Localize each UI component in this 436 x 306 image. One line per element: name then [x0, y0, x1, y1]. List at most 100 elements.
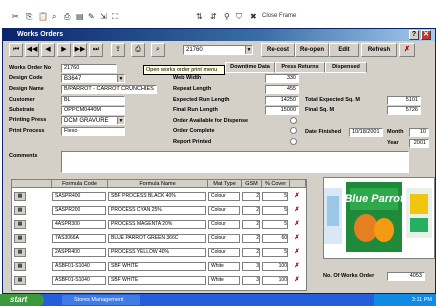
- grid-header-gsm[interactable]: GSM: [242, 180, 262, 188]
- chevron-down-icon[interactable]: ▼: [117, 117, 124, 124]
- formula-code-cell[interactable]: ASBF01-S1040: [52, 276, 106, 285]
- zoom-icon[interactable]: ⛶: [112, 12, 118, 22]
- total-expected-sq-field[interactable]: 5101: [387, 96, 421, 105]
- search-icon[interactable]: ⌕: [151, 43, 165, 57]
- chevron-down-icon[interactable]: ▼: [245, 46, 252, 54]
- gsm-cell[interactable]: 2: [242, 206, 260, 215]
- works-orders-count-field[interactable]: 4053: [387, 272, 425, 281]
- web-width-field[interactable]: 330: [265, 74, 299, 83]
- formula-name-cell[interactable]: SBF WHITE: [108, 262, 206, 271]
- gsm-cell[interactable]: 2: [242, 248, 260, 257]
- cancel-icon[interactable]: ✗: [399, 43, 415, 57]
- customer-field[interactable]: BL: [61, 96, 125, 105]
- table-row[interactable]: ▦ SASPR200 PROCESS CYAN 25% Colour 2 5 ✗: [12, 204, 306, 217]
- final-sq-field[interactable]: 5726: [387, 106, 421, 115]
- row-select-icon[interactable]: ▦: [14, 248, 26, 257]
- reopen-button[interactable]: Re-open: [295, 43, 329, 57]
- substrate-field[interactable]: OPPCM0440M: [61, 106, 125, 115]
- delete-row-icon[interactable]: ✗: [290, 220, 304, 229]
- row-select-icon[interactable]: ▦: [14, 276, 26, 285]
- formula-name-cell[interactable]: PROCESS MAGENTA 20%: [108, 220, 206, 229]
- print-process-field[interactable]: Flexo: [61, 127, 125, 136]
- help-icon[interactable]: ?: [409, 30, 419, 40]
- mat-type-cell[interactable]: Colour: [208, 192, 240, 201]
- works-order-no-field[interactable]: 21760: [61, 64, 117, 73]
- row-select-icon[interactable]: ▦: [14, 206, 26, 215]
- prev-record-icon[interactable]: ◀: [41, 43, 55, 57]
- edit-icon[interactable]: ✎: [88, 12, 95, 21]
- cover-cell[interactable]: 100: [262, 262, 288, 271]
- table-row[interactable]: ▦ 4ASPR300 PROCESS MAGENTA 20% Colour 2 5 ✗: [12, 218, 306, 231]
- formula-code-cell[interactable]: 2ASPR400: [52, 248, 106, 257]
- filter-icon[interactable]: ⚲: [224, 12, 230, 21]
- comments-field[interactable]: [61, 151, 409, 173]
- close-frame-label[interactable]: Close Frame: [262, 13, 296, 19]
- cover-cell[interactable]: 5: [262, 192, 288, 201]
- row-select-icon[interactable]: ▦: [14, 234, 26, 243]
- report-printed-radio[interactable]: [290, 138, 297, 145]
- formula-name-cell[interactable]: PROCESS YELLOW 40%: [108, 248, 206, 257]
- export-record-icon[interactable]: ⇪: [111, 43, 125, 57]
- mat-type-cell[interactable]: Colour: [208, 248, 240, 257]
- tab-press-returns[interactable]: Press Returns: [275, 62, 325, 73]
- next-record-icon[interactable]: ▶: [57, 43, 71, 57]
- recost-button[interactable]: Re-cost: [261, 43, 295, 57]
- sort-asc-icon[interactable]: ⇅: [196, 12, 203, 21]
- formula-name-cell[interactable]: BLUE PARROT GREEN 366C: [108, 234, 206, 243]
- order-complete-radio[interactable]: [290, 127, 297, 134]
- table-row[interactable]: ▦ SASPR400 SBF PROCESS BLACK 40% Colour 2 5 ✗: [12, 190, 306, 203]
- preview-icon[interactable]: ▤: [76, 12, 84, 21]
- repeat-length-field[interactable]: 455: [265, 85, 299, 94]
- cover-cell[interactable]: 60: [262, 234, 288, 243]
- print-icon[interactable]: ⎙: [64, 12, 70, 22]
- tab-dispensed[interactable]: Dispensed: [325, 62, 367, 73]
- delete-row-icon[interactable]: ✗: [290, 192, 304, 201]
- tab-downtime-data[interactable]: Downtime Data: [225, 62, 275, 73]
- close-icon[interactable]: ✕: [421, 30, 431, 40]
- grid-header-mat-type[interactable]: Mat Type: [208, 180, 242, 188]
- find-icon[interactable]: ⌕: [52, 12, 56, 22]
- formula-code-cell[interactable]: SASPR200: [52, 206, 106, 215]
- month-field[interactable]: 10: [409, 128, 429, 137]
- year-field[interactable]: 2001: [409, 139, 429, 148]
- gsm-cell[interactable]: 2: [242, 192, 260, 201]
- last-record-icon[interactable]: ⏭: [89, 43, 103, 57]
- refresh-button[interactable]: Refresh: [361, 43, 397, 57]
- gsm-cell[interactable]: 3: [242, 262, 260, 271]
- prev-page-icon[interactable]: ◀◀: [25, 43, 39, 57]
- date-finished-field[interactable]: 10/18/2001: [349, 128, 383, 137]
- start-button[interactable]: start: [0, 294, 44, 306]
- apply-filter-icon[interactable]: ⛉: [236, 12, 242, 22]
- cover-cell[interactable]: 100: [262, 276, 288, 285]
- mat-type-cell[interactable]: Colour: [208, 234, 240, 243]
- cover-cell[interactable]: 5: [262, 206, 288, 215]
- row-select-icon[interactable]: ▦: [14, 262, 26, 271]
- table-row[interactable]: ▦ 2ASPR400 PROCESS YELLOW 40% Colour 2 5 ✗: [12, 246, 306, 259]
- print-menu-icon[interactable]: ⎙: [131, 43, 145, 57]
- chevron-down-icon[interactable]: ▼: [117, 75, 124, 82]
- delete-row-icon[interactable]: ✗: [290, 276, 304, 285]
- row-select-icon[interactable]: ▦: [14, 220, 26, 229]
- formula-code-cell[interactable]: SASPR400: [52, 192, 106, 201]
- table-row[interactable]: ▦ 7AS3066A BLUE PARROT GREEN 366C Colour 2 60…: [12, 232, 306, 245]
- design-code-select[interactable]: B3647 ▼: [61, 74, 125, 83]
- grid-header-formula-name[interactable]: Formula Name: [108, 180, 208, 188]
- mat-type-cell[interactable]: White: [208, 262, 240, 271]
- row-select-icon[interactable]: ▦: [14, 192, 26, 201]
- delete-row-icon[interactable]: ✗: [290, 206, 304, 215]
- delete-row-icon[interactable]: ✗: [290, 262, 304, 271]
- delete-row-icon[interactable]: ✗: [290, 248, 304, 257]
- formula-code-cell[interactable]: 7AS3066A: [52, 234, 106, 243]
- order-select[interactable]: 21760 ▼: [183, 45, 253, 55]
- cut-icon[interactable]: ✂: [12, 12, 19, 21]
- order-available-radio[interactable]: [290, 117, 297, 124]
- delete-row-icon[interactable]: ✗: [290, 234, 304, 243]
- cover-cell[interactable]: 5: [262, 248, 288, 257]
- mat-type-cell[interactable]: Colour: [208, 206, 240, 215]
- formula-name-cell[interactable]: SBF PROCESS BLACK 40%: [108, 192, 206, 201]
- formula-name-cell[interactable]: SBF WHITE: [108, 276, 206, 285]
- formula-code-cell[interactable]: ASBF01-S1040: [52, 262, 106, 271]
- formula-code-cell[interactable]: 4ASPR300: [52, 220, 106, 229]
- gsm-cell[interactable]: 3: [242, 276, 260, 285]
- export-icon[interactable]: ⇲: [100, 12, 107, 21]
